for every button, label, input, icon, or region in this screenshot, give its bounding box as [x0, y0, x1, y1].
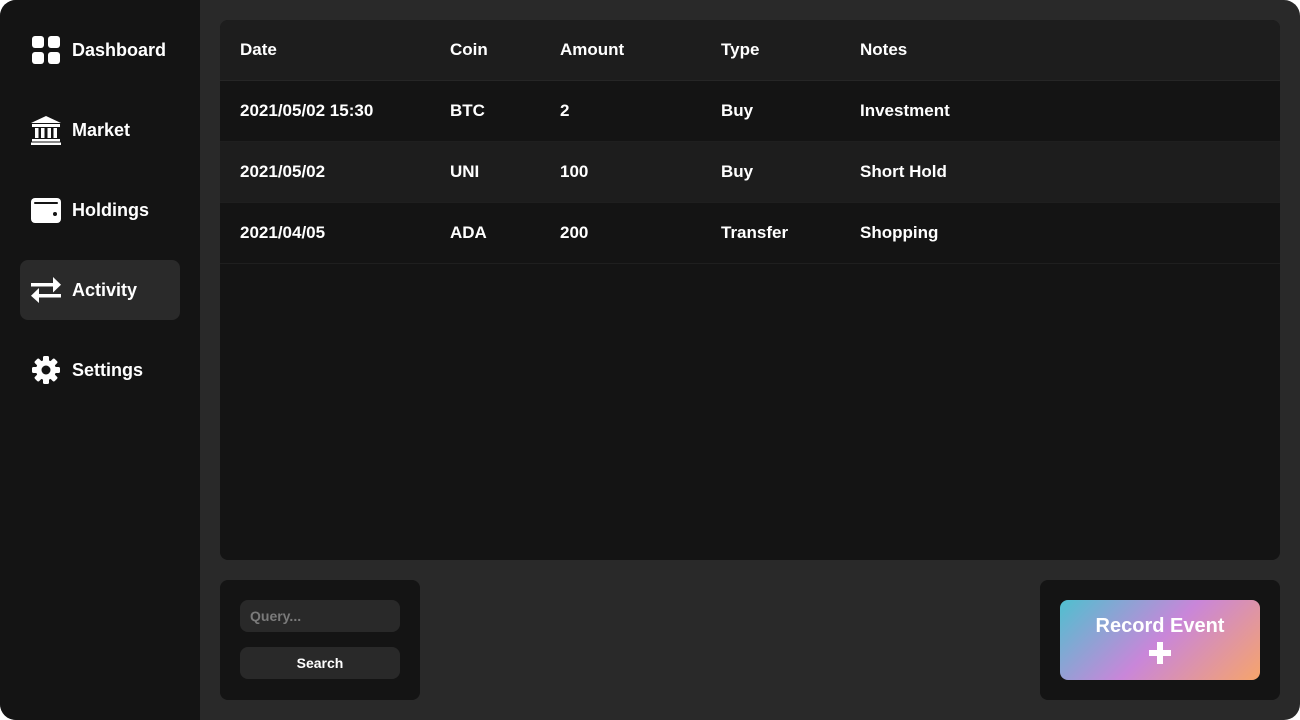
sidebar-item-holdings[interactable]: Holdings	[20, 180, 180, 240]
column-header-type[interactable]: Type	[721, 40, 860, 60]
cell-date: 2021/04/05	[240, 223, 326, 242]
activity-table: Date Coin Amount Type Notes 2021/05/02 1…	[220, 20, 1280, 560]
table-header-row: Date Coin Amount Type Notes	[220, 20, 1280, 81]
search-input[interactable]	[240, 600, 400, 632]
record-event-label: Record Event	[1095, 614, 1225, 637]
sidebar-item-label: Market	[72, 119, 131, 140]
app-window: Dashboard Market Holdings Activity Setti…	[0, 0, 1300, 720]
cell-notes: Shopping	[860, 223, 939, 242]
cell-amount: 200	[560, 223, 589, 242]
cell-date: 2021/05/02	[240, 162, 326, 181]
cell-notes: Investment	[860, 101, 950, 120]
cell-coin: BTC	[450, 101, 485, 120]
sidebar: Dashboard Market Holdings Activity Setti…	[0, 0, 200, 720]
cell-date: 2021/05/02 15:30	[240, 101, 374, 120]
plus-icon	[1149, 641, 1171, 667]
sidebar-item-label: Activity	[72, 279, 138, 300]
column-header-coin[interactable]: Coin	[450, 40, 560, 60]
cell-type: Buy	[721, 101, 754, 120]
cell-amount: 100	[560, 162, 589, 181]
transfer-arrows-icon	[30, 274, 62, 306]
cell-type: Buy	[721, 162, 754, 181]
search-panel: Search	[220, 580, 420, 700]
sidebar-item-label: Holdings	[72, 199, 149, 220]
wallet-icon	[30, 194, 62, 226]
cell-type: Transfer	[721, 223, 789, 242]
table-row[interactable]: 2021/04/05 ADA 200 Transfer Shopping	[220, 203, 1280, 264]
cell-coin: ADA	[450, 223, 487, 242]
dashboard-grid-icon	[30, 34, 62, 66]
sidebar-item-dashboard[interactable]: Dashboard	[20, 20, 180, 80]
bank-building-icon	[30, 114, 62, 146]
sidebar-item-market[interactable]: Market	[20, 100, 180, 160]
gear-icon	[30, 354, 62, 386]
sidebar-item-settings[interactable]: Settings	[20, 340, 180, 400]
sidebar-item-label: Dashboard	[72, 39, 167, 60]
table-row[interactable]: 2021/05/02 15:30 BTC 2 Buy Investment	[220, 81, 1280, 142]
sidebar-item-activity[interactable]: Activity	[20, 260, 180, 320]
cell-coin: UNI	[450, 162, 480, 181]
search-button[interactable]: Search	[240, 647, 400, 679]
column-header-amount[interactable]: Amount	[560, 40, 721, 60]
column-header-date[interactable]: Date	[220, 40, 450, 60]
column-header-notes[interactable]: Notes	[860, 40, 1280, 60]
sidebar-item-label: Settings	[72, 359, 144, 380]
cell-amount: 2	[560, 101, 570, 120]
record-event-button[interactable]: Record Event	[1060, 600, 1260, 680]
record-panel: Record Event	[1040, 580, 1280, 700]
cell-notes: Short Hold	[860, 162, 947, 181]
table-row[interactable]: 2021/05/02 UNI 100 Buy Short Hold	[220, 142, 1280, 203]
